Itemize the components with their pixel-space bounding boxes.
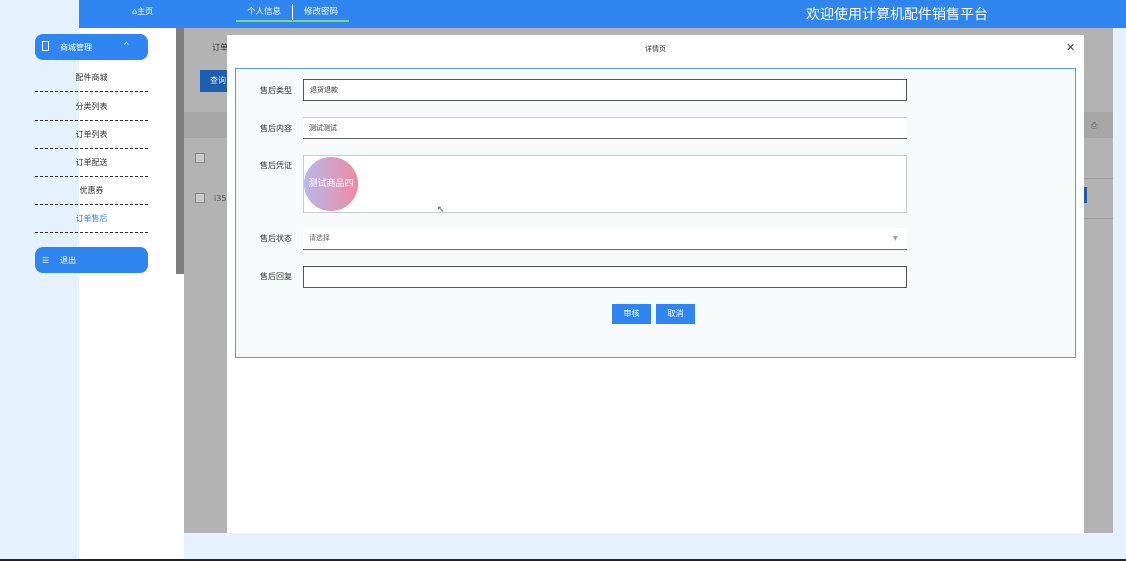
- background-action-button: [1084, 187, 1087, 203]
- close-icon[interactable]: ✕: [1066, 41, 1075, 54]
- document-icon: [42, 41, 49, 51]
- bottom-background-strip: [184, 533, 1126, 561]
- menu-mall-label: 商城管理: [60, 43, 92, 52]
- label-after-sales-status: 售后状态: [260, 234, 292, 243]
- menu-logout[interactable]: ☰ 退出: [35, 247, 148, 273]
- mouse-cursor-icon: ↖: [437, 205, 445, 215]
- sidebar-item-after-sales[interactable]: 订单售后: [35, 207, 148, 233]
- label-after-sales-type: 售后类型: [260, 86, 292, 95]
- sidebar-item-category-list[interactable]: 分类列表: [35, 95, 148, 121]
- sidebar-item-order-delivery[interactable]: 订单配送: [35, 151, 148, 177]
- background-table-cell: i35: [214, 194, 227, 203]
- after-sales-reply-input[interactable]: [303, 266, 907, 288]
- after-sales-type-field[interactable]: 退货退款: [303, 79, 907, 101]
- header-nav-tabs: 个人信息 修改密码: [236, 4, 350, 22]
- background-filter-label: 订单: [212, 43, 228, 52]
- list-icon: ☰: [42, 256, 50, 265]
- dialog-title: 详情页: [645, 45, 666, 53]
- audit-button[interactable]: 审核: [612, 304, 651, 324]
- home-link[interactable]: ⌂主页: [132, 6, 153, 17]
- background-row-divider: [1084, 218, 1113, 219]
- sidebar-item-parts-mall[interactable]: 配件商城: [35, 66, 148, 92]
- chevron-down-icon: ▼: [893, 235, 898, 242]
- background-row-divider: [1084, 178, 1113, 179]
- background-row-checkbox: [195, 193, 205, 203]
- status-placeholder: 请选择: [309, 234, 330, 242]
- proof-image[interactable]: 测试商品四: [304, 157, 358, 211]
- after-sales-content-field[interactable]: 测试测试: [303, 117, 907, 139]
- after-sales-status-select[interactable]: 请选择 ▼: [303, 228, 907, 250]
- sidebar-item-order-list[interactable]: 订单列表: [35, 123, 148, 149]
- sidebar-scrollbar[interactable]: [176, 28, 184, 274]
- background-search-button: 查询: [200, 70, 227, 92]
- label-after-sales-proof: 售后凭证: [260, 161, 292, 170]
- tab-personal-info[interactable]: 个人信息: [236, 4, 292, 20]
- tab-change-password[interactable]: 修改密码: [292, 4, 349, 20]
- background-select-all-checkbox: [195, 153, 205, 163]
- menu-mall-management[interactable]: 商城管理 ^: [35, 34, 148, 60]
- right-background-strip: [1113, 28, 1126, 533]
- after-sales-proof-field: 测试商品四 ↖: [303, 155, 907, 215]
- site-title: 欢迎使用计算机配件销售平台: [806, 7, 988, 23]
- label-after-sales-content: 售后内容: [260, 124, 292, 133]
- printer-icon: ⎙: [1091, 121, 1098, 130]
- sidebar-item-coupon[interactable]: 优惠券: [35, 179, 148, 205]
- after-sales-form: 售后类型 退货退款 售后内容 测试测试 售后凭证 测试商品四 ↖ 售后状态 请选…: [235, 68, 1076, 358]
- label-after-sales-reply: 售后回复: [260, 272, 292, 281]
- detail-dialog: 详情页 ✕ 售后类型 退货退款 售后内容 测试测试 售后凭证 测试商品四 ↖ 售…: [227, 35, 1084, 533]
- menu-logout-label: 退出: [60, 256, 76, 265]
- chevron-up-icon: ^: [123, 41, 130, 50]
- cancel-button[interactable]: 取消: [656, 304, 695, 324]
